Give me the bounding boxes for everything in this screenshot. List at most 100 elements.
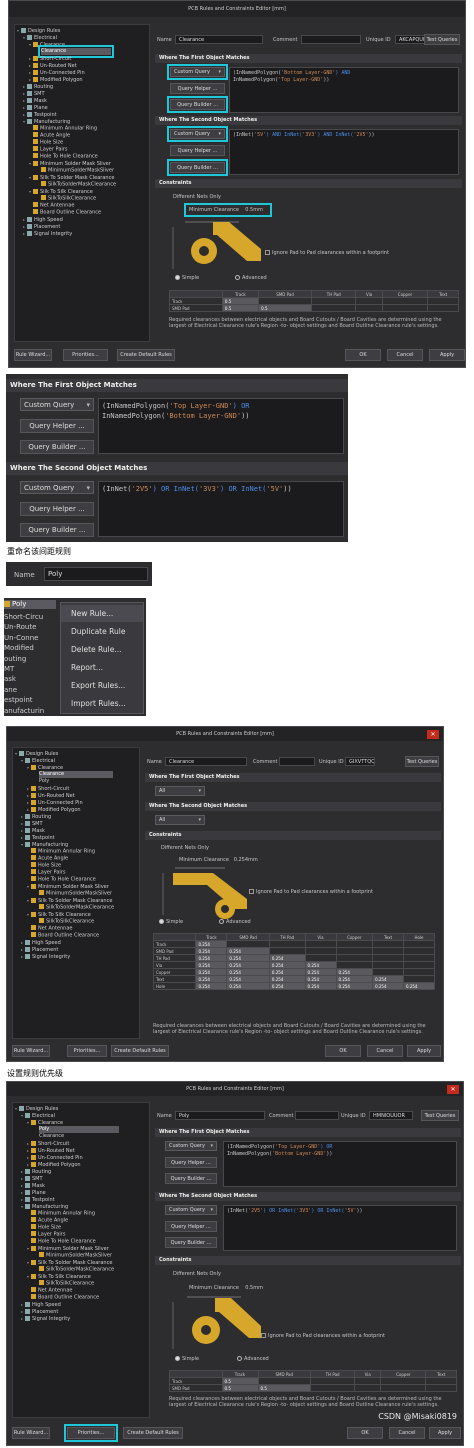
tree3-design-rules[interactable]: ▾ Design Rules <box>15 1105 58 1112</box>
tree-short-circuit[interactable]: ▸ Short-Circuit <box>29 55 71 62</box>
rule-wizard-button[interactable]: Rule Wizard... <box>14 349 52 361</box>
grid-cell[interactable] <box>335 954 374 962</box>
context-menu-item[interactable]: Report... <box>61 659 143 676</box>
create-default-rules-button[interactable]: Create Default Rules <box>117 349 175 361</box>
grid-cell[interactable] <box>335 940 374 948</box>
first-query-helper-3[interactable]: Query Helper ... <box>165 1157 217 1168</box>
tree2-hole-size[interactable]: Hole Size <box>27 862 61 869</box>
priorities-button-2[interactable]: Priorities... <box>67 1045 107 1057</box>
grid-cell[interactable] <box>372 961 405 969</box>
rule-wizard-button-2[interactable]: Rule Wizard... <box>12 1045 50 1057</box>
priorities-button-3[interactable]: Priorities... <box>64 1424 118 1442</box>
grid-cell[interactable]: 0.254 <box>226 961 270 969</box>
grid-cell[interactable] <box>257 1377 312 1385</box>
grid-cell[interactable] <box>372 968 405 976</box>
grid-cell[interactable] <box>310 1384 356 1392</box>
second-query-helper-button[interactable]: Query Helper ... <box>170 145 225 156</box>
tree3-min-solder-sliver-item[interactable]: MinimumSolderMaskSliver <box>39 1252 112 1259</box>
context-bg-tree-item[interactable]: anufacturin <box>4 706 44 716</box>
advanced-option-3[interactable]: Advanced <box>237 1356 269 1362</box>
grid-cell[interactable]: 0.254 <box>195 940 228 948</box>
tree3-placement[interactable]: ▸ Placement <box>21 1308 58 1315</box>
clearance-grid-3[interactable]: Track SMD Pad TH Pad Via Copper Text Track 0.5 S… <box>169 1370 457 1392</box>
tree2-silk-to-solder-item[interactable]: SilkToSolderMaskClearance <box>39 904 114 911</box>
grid-cell[interactable]: 0.254 <box>403 982 435 990</box>
context-bg-tree-item[interactable]: ane <box>4 685 17 695</box>
tree-clearance-group[interactable]: ▾ Clearance <box>29 41 65 48</box>
rule-wizard-button-3[interactable]: Rule Wizard... <box>12 1427 50 1439</box>
context-bg-tree-item[interactable]: MT <box>4 664 14 674</box>
ok-button-3[interactable]: OK <box>347 1427 383 1439</box>
tree3-short-circuit[interactable]: ▸ Short-Circuit <box>27 1140 69 1147</box>
name-field-2[interactable]: Clearance <box>165 757 247 766</box>
grid-cell[interactable] <box>311 297 357 305</box>
grid-cell[interactable] <box>335 961 374 969</box>
tree-min-annular[interactable]: Minimum Annular Ring <box>29 125 97 132</box>
rename-name-field[interactable]: Poly <box>44 567 148 581</box>
zoom-first-query-editor[interactable]: (InNamedPolygon('Top Layer-GND') OR InNa… <box>98 398 344 454</box>
grid-cell[interactable] <box>427 297 459 305</box>
grid-cell[interactable]: 0.5 <box>221 1377 259 1385</box>
min-clearance-box-2[interactable]: Minimum Clearance 0.254mm <box>179 857 258 863</box>
tree2-hole-to-hole[interactable]: Hole To Hole Clearance <box>27 876 96 883</box>
tree3-plane[interactable]: ▸ Plane <box>21 1189 46 1196</box>
tree3-routing[interactable]: ▸ Routing <box>21 1168 51 1175</box>
grid-cell[interactable] <box>425 1384 457 1392</box>
grid-cell[interactable]: 0.254 <box>268 982 306 990</box>
grid-cell[interactable]: 0.254 <box>226 947 270 955</box>
first-query-editor[interactable]: (InNamedPolygon('Bottom Layer-GND') AND … <box>229 67 459 113</box>
grid-cell[interactable] <box>310 1377 356 1385</box>
grid-cell[interactable]: 0.254 <box>372 982 405 990</box>
tree-silk-to-solder[interactable]: ▾ Silk To Solder Mask Clearance <box>29 174 114 181</box>
tree2-testpoint[interactable]: ▸ Testpoint <box>21 834 55 841</box>
test-queries-button[interactable]: Test Queries <box>424 34 460 45</box>
zoom-first-query-builder[interactable]: Query Builder ... <box>20 440 94 454</box>
tree-unrouted-net[interactable]: ▸ Un-Routed Net <box>29 62 77 69</box>
tree2-silk-to-silk[interactable]: ▾ Silk To Silk Clearance <box>27 911 91 918</box>
context-bg-tree-item[interactable]: Short-Circu <box>4 612 43 622</box>
tree-placement[interactable]: ▸ Placement <box>23 223 60 230</box>
tree2-design-rules[interactable]: ▾ Design Rules <box>15 750 58 757</box>
tree2-acute-angle[interactable]: Acute Angle <box>27 855 68 862</box>
zoom-second-query-helper[interactable]: Query Helper ... <box>20 502 94 516</box>
tree2-modified-polygon[interactable]: ▸ Modified Polygon <box>27 806 81 813</box>
second-custom-query-3[interactable]: Custom Query <box>165 1205 217 1215</box>
grid-cell[interactable] <box>304 954 337 962</box>
cancel-button-3[interactable]: Cancel <box>389 1427 425 1439</box>
zoom-first-query-helper[interactable]: Query Helper ... <box>20 419 94 433</box>
ok-button[interactable]: OK <box>345 349 381 361</box>
clearance-grid[interactable]: Track SMD Pad TH Pad Via Copper Text Track 0.5 S… <box>169 290 459 312</box>
test-queries-button-3[interactable]: Test Queries <box>421 1110 459 1121</box>
context-bg-tree-item[interactable]: Un-Conne <box>4 633 38 643</box>
tree-hole-size[interactable]: Hole Size <box>29 139 63 146</box>
tree3-min-annular[interactable]: Minimum Annular Ring <box>27 1210 95 1217</box>
ignore-pad-option-2[interactable]: Ignore Pad to Pad clearances within a fo… <box>249 889 373 895</box>
create-default-rules-button-2[interactable]: Create Default Rules <box>111 1045 169 1057</box>
advanced-option-2[interactable]: Advanced <box>219 919 251 925</box>
apply-button-2[interactable]: Apply <box>407 1045 441 1057</box>
grid-cell[interactable] <box>354 1377 382 1385</box>
close-button-2[interactable]: ✕ <box>427 730 439 739</box>
tree3-hole-to-hole[interactable]: Hole To Hole Clearance <box>27 1238 96 1245</box>
tree-min-solder-sliver[interactable]: ▾ Minimum Solder Mask Sliver <box>29 160 111 167</box>
rule-tree[interactable]: ▾ Design Rules ▾ Electrical ▾ Clearance Cle… <box>14 24 150 342</box>
grid-cell[interactable]: 0.254 <box>195 954 228 962</box>
tree2-clearance-group[interactable]: ▾ Clearance <box>27 764 63 771</box>
grid-cell[interactable]: 0.5 <box>221 1384 259 1392</box>
tree3-unrouted-net[interactable]: ▸ Un-Routed Net <box>27 1147 75 1154</box>
grid-cell[interactable] <box>427 304 459 312</box>
zoom-second-query-editor[interactable]: (InNet('2V5') OR InNet('3V3') OR InNet('… <box>98 481 344 537</box>
tree3-unconnected-pin[interactable]: ▸ Un-Connected Pin <box>27 1154 83 1161</box>
grid-cell[interactable]: 0.254 <box>268 961 306 969</box>
grid-cell[interactable]: 0.254 <box>268 954 306 962</box>
tree2-layer-pairs[interactable]: Layer Pairs <box>27 869 65 876</box>
advanced-radio-3[interactable] <box>237 1356 242 1361</box>
grid-cell[interactable] <box>403 940 435 948</box>
comment-field-3[interactable] <box>295 1111 339 1120</box>
unique-id-field-2[interactable]: GIXVTTQQ <box>345 757 375 766</box>
grid-cell[interactable]: 0.254 <box>304 982 337 990</box>
grid-cell[interactable] <box>403 947 435 955</box>
tree3-hole-size[interactable]: Hole Size <box>27 1224 61 1231</box>
tree-net-antennae[interactable]: Net Antennae <box>29 202 74 209</box>
tree-design-rules[interactable]: ▾ Design Rules <box>17 27 60 34</box>
